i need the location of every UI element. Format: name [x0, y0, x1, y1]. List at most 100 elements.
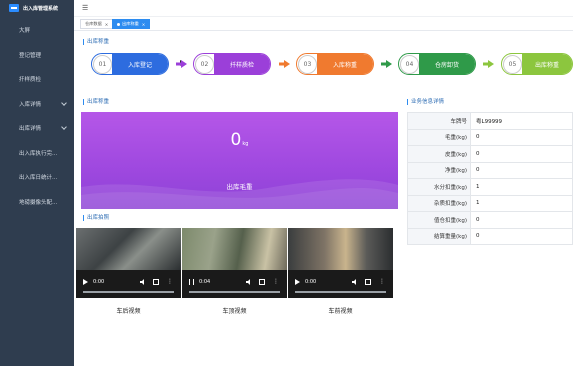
tab-outbound-weighing[interactable]: 出库称重 ×: [112, 19, 151, 29]
detail-key: 皮重(kg): [407, 145, 471, 163]
sidebar-item-camera-config[interactable]: 地磅摄像头配...: [0, 190, 74, 215]
sidebar-item-registration[interactable]: 登记管理: [0, 43, 74, 68]
sidebar-item-label: 扦样质检: [19, 77, 42, 84]
sidebar-nav: 大屏 登记管理 扦样质检 入库详情 出库详情 出入库执行完... 出入库日统计.…: [0, 18, 74, 214]
fullscreen-icon[interactable]: [153, 279, 159, 285]
video-progress-bar[interactable]: [295, 291, 386, 293]
pause-icon[interactable]: [189, 279, 194, 285]
video-progress-bar[interactable]: [189, 291, 280, 293]
detail-key: 毛重(kg): [407, 128, 471, 146]
video-player-roof[interactable]: 0:04 ⋮: [182, 228, 287, 298]
more-options-icon[interactable]: ⋮: [273, 278, 279, 285]
detail-key: 值仓扣重(kg): [407, 211, 471, 229]
close-icon[interactable]: ×: [142, 22, 146, 27]
detail-section-title: 业务信息详情: [407, 99, 444, 105]
video-label: 车前视频: [328, 308, 353, 315]
tab-label: 仓库数据: [85, 21, 102, 26]
arrow-right-icon: [279, 60, 290, 68]
volume-icon[interactable]: [352, 279, 358, 285]
chevron-down-icon: [61, 99, 67, 106]
sidebar-item-sampling[interactable]: 扦样质检: [0, 67, 74, 92]
sidebar-item-label: 登记管理: [19, 52, 42, 59]
weight-caption: 出库毛重: [226, 183, 253, 191]
menu-toggle-icon[interactable]: ☰: [82, 5, 88, 12]
arrow-right-icon: [381, 60, 392, 68]
detail-value: 0: [470, 211, 573, 229]
step-label: 出库称重: [522, 54, 572, 74]
video-time: 0:00: [93, 279, 105, 285]
table-row: 净重(kg) 0: [407, 161, 573, 179]
video-label: 车顶视频: [222, 308, 247, 315]
step-inbound-weighing[interactable]: 03 入库称重: [296, 53, 374, 75]
tab-bar: 仓库数据 × 出库称重 ×: [74, 17, 573, 31]
detail-value: 0: [470, 145, 573, 163]
weight-card: 0kg 出库毛重: [81, 112, 398, 209]
sidebar-item-daily-stats[interactable]: 出入库日统计...: [0, 165, 74, 190]
brand: 出入库管理系统: [0, 0, 74, 16]
step-label: 仓房卸货: [419, 54, 475, 74]
video-controls: 0:00 ⋮: [288, 270, 393, 298]
more-options-icon[interactable]: ⋮: [379, 278, 385, 285]
weight-value: 0: [230, 130, 242, 150]
video-frame: [182, 228, 287, 270]
detail-key: 结算重量(kg): [407, 227, 471, 245]
table-row: 结算重量(kg) 0: [407, 227, 573, 245]
sidebar-item-outbound-details[interactable]: 出库详情: [0, 116, 74, 141]
detail-key: 水分扣重(kg): [407, 178, 471, 196]
play-icon[interactable]: [83, 279, 88, 285]
detail-value: 0: [470, 128, 573, 146]
step-warehouse-unloading[interactable]: 04 仓房卸货: [398, 53, 476, 75]
more-options-icon[interactable]: ⋮: [167, 278, 173, 285]
table-row: 毛重(kg) 0: [407, 128, 573, 146]
sidebar-item-inbound-details[interactable]: 入库详情: [0, 92, 74, 117]
step-number: 01: [93, 54, 112, 74]
video-player-rear[interactable]: 0:00 ⋮: [76, 228, 181, 298]
fullscreen-icon[interactable]: [365, 279, 371, 285]
video-progress-bar[interactable]: [83, 291, 174, 293]
sidebar-item-label: 入库详情: [19, 101, 42, 108]
step-outbound-weighing[interactable]: 05 出库称重: [501, 53, 573, 75]
app-title: 出入库管理系统: [23, 5, 59, 12]
weight-section-title: 出库称重: [83, 99, 109, 105]
close-icon[interactable]: ×: [105, 22, 109, 27]
step-number: 03: [298, 54, 317, 74]
sidebar-item-execution[interactable]: 出入库执行完...: [0, 141, 74, 166]
step-label: 入库登记: [112, 54, 168, 74]
photo-section-title: 出库拍照: [83, 215, 109, 221]
weight-unit: kg: [242, 141, 249, 147]
video-player-front[interactable]: 0:00 ⋮: [288, 228, 393, 298]
sidebar: 出入库管理系统 大屏 登记管理 扦样质检 入库详情 出库详情 出入库执行完...…: [0, 0, 74, 366]
video-time: 0:04: [199, 279, 211, 285]
volume-icon[interactable]: [140, 279, 146, 285]
video-controls: 0:00 ⋮: [76, 270, 181, 298]
step-sampling[interactable]: 02 扦样质检: [193, 53, 271, 75]
app-logo-icon: [9, 4, 19, 12]
sidebar-item-label: 大屏: [19, 28, 31, 35]
step-label: 入库称重: [317, 54, 373, 74]
detail-value: 粤L99999: [470, 112, 573, 130]
play-icon[interactable]: [295, 279, 300, 285]
video-label: 车后视频: [116, 308, 141, 315]
detail-key: 净重(kg): [407, 161, 471, 179]
video-frame: [288, 228, 393, 270]
tab-warehouse-data[interactable]: 仓库数据 ×: [80, 19, 114, 29]
step-number: 02: [195, 54, 214, 74]
sidebar-item-dashboard[interactable]: 大屏: [0, 18, 74, 43]
sidebar-item-label: 出入库日统计...: [19, 175, 58, 182]
sidebar-item-label: 出入库执行完...: [19, 150, 58, 157]
step-inbound-registration[interactable]: 01 入库登记: [91, 53, 169, 75]
top-bar: ☰: [74, 0, 573, 17]
fullscreen-icon[interactable]: [259, 279, 265, 285]
sidebar-item-label: 出库详情: [19, 126, 42, 133]
step-label: 扦样质检: [214, 54, 270, 74]
video-controls: 0:04 ⋮: [182, 270, 287, 298]
detail-key: 杂质扣重(kg): [407, 194, 471, 212]
detail-value: 0: [470, 161, 573, 179]
table-row: 值仓扣重(kg) 0: [407, 211, 573, 229]
active-dot-icon: [117, 22, 120, 26]
table-row: 车牌号 粤L99999: [407, 112, 573, 130]
weight-value-display: 0kg: [81, 130, 398, 150]
volume-icon[interactable]: [246, 279, 252, 285]
detail-value: 0: [470, 227, 573, 245]
arrow-right-icon: [483, 60, 494, 68]
